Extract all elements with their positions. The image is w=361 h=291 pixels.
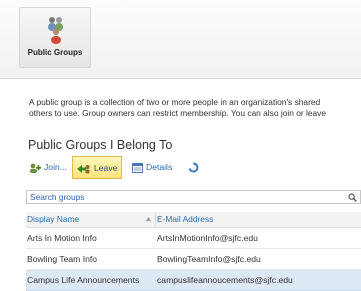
cell-display-name: Campus Life Announcements [27,275,140,285]
refresh-icon [188,162,199,173]
leave-button[interactable]: Leave [72,156,122,179]
refresh-button[interactable] [186,158,202,177]
grid-header: Display Name E-Mail Address [26,212,361,228]
description-line-2: others to use. Group owners can restrict… [29,108,327,118]
table-row[interactable]: Arts In Motion Info ArtsInMotionInfo@sjf… [26,228,361,249]
search-box [26,190,361,204]
cell-display-name: Arts In Motion Info [27,233,97,243]
public-groups-label: Public Groups [27,48,83,57]
ribbon: Public Groups [0,0,361,79]
cell-email: BowlingTeamInfo@sjfc.edu [157,254,261,264]
search-icon[interactable] [348,193,357,202]
details-button[interactable]: Details [129,158,179,177]
details-icon [132,163,143,173]
table-row-selected[interactable]: Campus Life Announcements campuslifeanno… [26,270,361,291]
leave-label: Leave [94,163,118,173]
section-title: Public Groups I Belong To [28,138,173,152]
table-row[interactable]: Bowling Team Info BowlingTeamInfo@sjfc.e… [26,249,361,270]
toolbar: Join... Leave Details [26,156,361,179]
column-separator[interactable] [155,213,156,226]
description: A public group is a collection of two or… [29,97,361,119]
people-group-icon [48,17,63,44]
join-group-icon [30,163,41,173]
details-label: Details [146,162,173,172]
public-groups-button[interactable]: Public Groups [19,7,91,68]
description-line-1: A public group is a collection of two or… [29,97,321,107]
join-button[interactable]: Join... [26,158,70,177]
sort-arrow-icon [146,217,151,221]
search-input[interactable] [30,191,330,203]
cell-email: campuslifeannoucements@sjfc.edu [157,275,293,285]
column-header-email[interactable]: E-Mail Address [157,212,361,227]
column-header-display-name[interactable]: Display Name [27,212,153,227]
leave-group-icon [77,165,90,174]
cell-email: ArtsInMotionInfo@sjfc.edu [157,233,258,243]
join-label: Join... [44,162,67,172]
cell-display-name: Bowling Team Info [27,254,98,264]
